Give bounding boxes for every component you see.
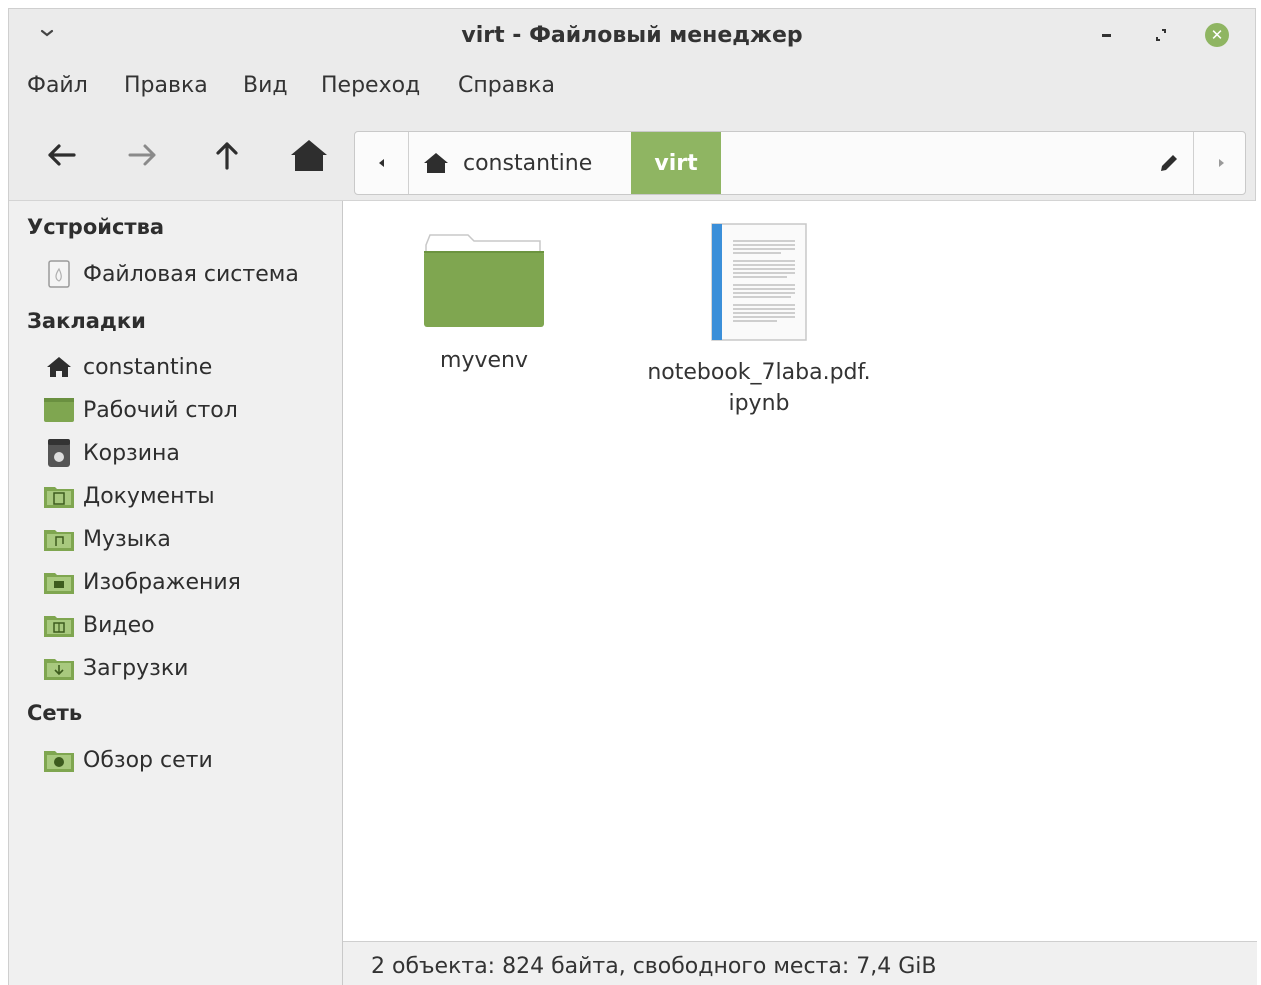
menu-edit[interactable]: Правка (124, 73, 208, 98)
downloads-folder-icon (43, 652, 75, 684)
file-name-line-1: notebook_7laba.pdf. (647, 360, 871, 385)
title-bar: virt - Файловый менеджер ✕ (9, 9, 1255, 63)
edit-path-button[interactable] (1145, 132, 1193, 194)
documents-folder-icon (43, 480, 75, 512)
sidebar-item-label: Видео (83, 612, 155, 638)
back-button[interactable] (37, 131, 85, 179)
folder-icon (424, 234, 544, 327)
file-item-myvenv[interactable]: myvenv (409, 223, 559, 376)
breadcrumb-current[interactable]: virt (631, 132, 721, 194)
arrow-right-icon (128, 144, 156, 166)
file-view: myvenv notebook_7laba.pdf. ipynb (343, 201, 1257, 941)
music-folder-icon (43, 523, 75, 555)
sidebar-item-pictures[interactable]: Изображения (43, 565, 241, 599)
sidebar-item-downloads[interactable]: Загрузки (43, 651, 188, 685)
up-button[interactable] (203, 131, 251, 179)
home-icon (424, 153, 448, 173)
home-icon (43, 351, 75, 383)
menu-bar: Файл Правка Вид Переход Справка (9, 63, 1255, 111)
sidebar-item-trash[interactable]: Корзина (43, 436, 180, 470)
sidebar: Устройства Файловая система Закладки con… (9, 201, 343, 985)
menu-view[interactable]: Вид (243, 73, 288, 98)
network-folder-icon (43, 744, 75, 776)
breadcrumb-home-label: constantine (463, 150, 593, 176)
home-button[interactable] (285, 131, 333, 179)
path-scroll-left-button[interactable] (355, 132, 409, 194)
file-name: myvenv (440, 348, 528, 373)
close-icon: ✕ (1205, 23, 1229, 47)
sidebar-item-desktop[interactable]: Рабочий стол (43, 393, 238, 427)
window-title: virt - Файловый менеджер (461, 23, 803, 48)
minimize-icon (1102, 34, 1111, 37)
sidebar-item-filesystem[interactable]: Файловая система (43, 257, 299, 291)
desktop-icon (43, 394, 75, 426)
status-bar: 2 объекта: 824 байта, свободного места: … (343, 941, 1257, 985)
file-manager-window: virt - Файловый менеджер ✕ Файл Правка В… (8, 8, 1257, 985)
sidebar-item-home[interactable]: constantine (43, 350, 212, 384)
sidebar-item-music[interactable]: Музыка (43, 522, 171, 556)
maximize-button[interactable] (1149, 23, 1173, 47)
file-name: notebook_7laba.pdf. ipynb (647, 357, 870, 419)
sidebar-item-label: Изображения (83, 569, 241, 595)
menu-file[interactable]: Файл (27, 73, 88, 98)
path-scroll-right-button[interactable] (1193, 132, 1245, 194)
triangle-left-icon (378, 159, 384, 167)
pictures-folder-icon (43, 566, 75, 598)
breadcrumb-home[interactable]: constantine (409, 132, 631, 194)
arrow-left-icon (48, 144, 76, 166)
section-title-devices: Устройства (27, 215, 165, 239)
path-bar: constantine virt (354, 131, 1246, 195)
minimize-button[interactable] (1095, 23, 1119, 47)
sidebar-item-documents[interactable]: Документы (43, 479, 215, 513)
sidebar-item-label: Документы (83, 483, 215, 509)
triangle-right-icon (1218, 159, 1224, 167)
sidebar-item-label: Рабочий стол (83, 397, 238, 423)
sidebar-item-label: constantine (83, 354, 213, 380)
sidebar-item-label: Корзина (83, 440, 180, 466)
document-icon (711, 223, 807, 341)
sidebar-item-label: Музыка (83, 526, 171, 552)
file-item-notebook[interactable]: notebook_7laba.pdf. ipynb (629, 223, 889, 419)
section-title-network: Сеть (27, 701, 83, 725)
arrow-up-icon (216, 142, 238, 170)
close-button[interactable]: ✕ (1205, 23, 1229, 47)
menu-go[interactable]: Переход (321, 73, 420, 98)
sidebar-item-network[interactable]: Обзор сети (43, 743, 213, 777)
maximize-icon (1156, 29, 1166, 41)
drive-icon (43, 258, 75, 290)
section-title-bookmarks: Закладки (27, 309, 146, 333)
pencil-icon (1161, 155, 1177, 171)
sidebar-item-label: Файловая система (83, 261, 299, 287)
trash-icon (43, 437, 75, 469)
file-name-line-2: ipynb (728, 391, 790, 416)
menu-help[interactable]: Справка (458, 73, 555, 98)
forward-button[interactable] (119, 131, 167, 179)
sidebar-item-label: Загрузки (83, 655, 189, 681)
video-folder-icon (43, 609, 75, 641)
sidebar-item-label: Обзор сети (83, 747, 213, 773)
sidebar-item-video[interactable]: Видео (43, 608, 155, 642)
toolbar: constantine virt (9, 111, 1255, 201)
home-icon (291, 140, 327, 171)
